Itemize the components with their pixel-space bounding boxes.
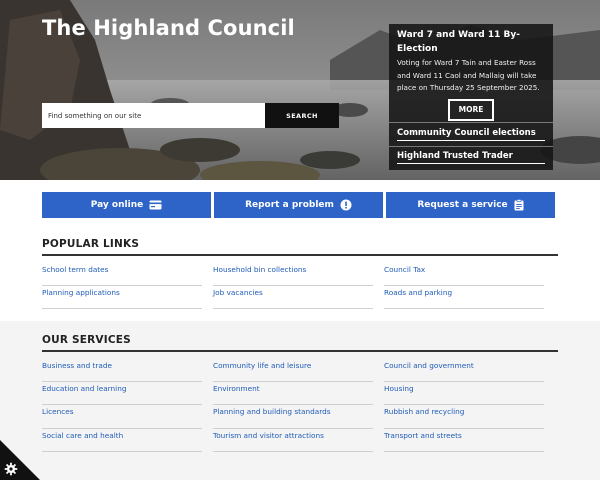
service-link[interactable]: Social care and health [42, 429, 202, 452]
services-list: Business and trade Community life and le… [42, 359, 558, 452]
highland-trusted-trader-link[interactable]: Highland Trusted Trader [397, 151, 545, 164]
action-label: Report a problem [245, 200, 334, 210]
popular-link[interactable]: Planning applications [42, 286, 202, 310]
service-link[interactable]: Housing [384, 382, 544, 406]
report-a-problem-button[interactable]: Report a problem [214, 192, 383, 218]
service-link[interactable]: Education and learning [42, 382, 202, 406]
search-input[interactable] [42, 103, 265, 128]
community-council-elections-link[interactable]: Community Council elections [397, 128, 545, 141]
popular-links-heading: POPULAR LINKS [42, 238, 140, 250]
action-label: Request a service [417, 200, 508, 210]
clipboard-icon [514, 199, 524, 211]
divider [42, 350, 558, 352]
popular-link[interactable]: Council Tax [384, 263, 544, 287]
news-title: Ward 7 and Ward 11 By-Election [397, 30, 520, 54]
divider [389, 122, 553, 123]
popular-link[interactable]: Job vacancies [213, 286, 373, 310]
divider [42, 254, 558, 256]
popular-link[interactable]: Household bin collections [213, 263, 373, 287]
service-link[interactable]: Transport and streets [384, 429, 544, 452]
alert-circle-icon [340, 199, 352, 211]
news-body: Voting for Ward 7 Tain and Easter Ross a… [397, 58, 540, 92]
more-button[interactable]: MORE [448, 98, 494, 121]
service-link[interactable]: Licences [42, 405, 202, 429]
hero-banner: The Highland Council SEARCH Ward 7 and W… [0, 0, 600, 180]
service-link[interactable]: Planning and building standards [213, 405, 373, 429]
popular-link[interactable]: School term dates [42, 263, 202, 287]
our-services-heading: OUR SERVICES [42, 334, 131, 346]
popular-links-list: School term dates Household bin collecti… [42, 263, 558, 310]
pay-online-button[interactable]: Pay online [42, 192, 211, 218]
search-button[interactable]: SEARCH [265, 103, 339, 128]
service-link[interactable]: Council and government [384, 359, 544, 383]
credit-card-icon [149, 200, 162, 210]
gear-icon[interactable] [4, 462, 18, 476]
service-link[interactable]: Business and trade [42, 359, 202, 383]
quick-actions: Pay online Report a problem Request a se… [42, 192, 555, 218]
divider [389, 146, 553, 147]
popular-link[interactable]: Roads and parking [384, 286, 544, 310]
service-link[interactable]: Environment [213, 382, 373, 406]
service-link[interactable]: Tourism and visitor attractions [213, 429, 373, 452]
service-link[interactable]: Community life and leisure [213, 359, 373, 383]
request-a-service-button[interactable]: Request a service [386, 192, 555, 218]
search-bar: SEARCH [42, 103, 339, 128]
news-panel: Ward 7 and Ward 11 By-Election Voting fo… [389, 24, 553, 170]
service-link[interactable]: Rubbish and recycling [384, 405, 544, 429]
action-label: Pay online [90, 200, 144, 210]
site-title[interactable]: The Highland Council [42, 16, 295, 40]
